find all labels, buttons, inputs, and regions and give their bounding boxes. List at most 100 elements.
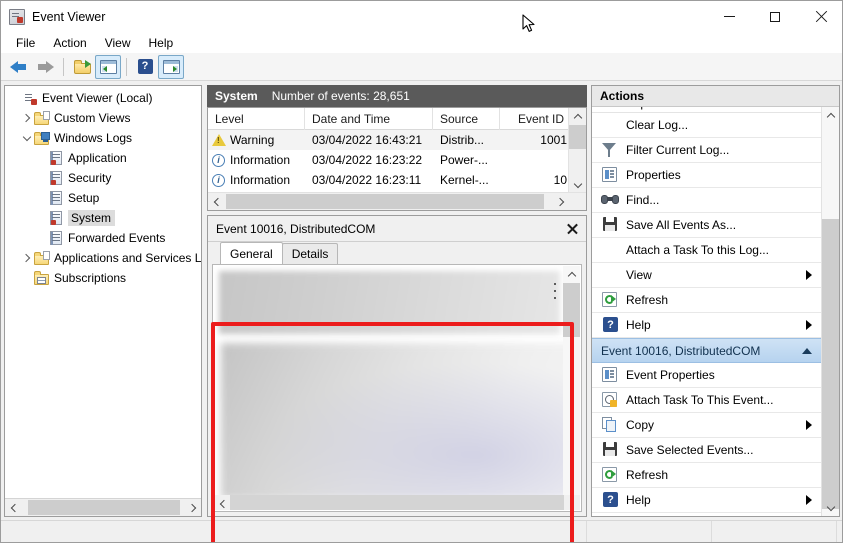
close-button[interactable] xyxy=(798,1,842,32)
table-row[interactable]: Warning 03/04/2022 16:43:21 Distrib... 1… xyxy=(208,130,586,150)
tree-item-application[interactable]: Application xyxy=(5,148,201,168)
tree-item-security[interactable]: Security xyxy=(5,168,201,188)
action-item-attach-a-task-to-this-log[interactable]: Attach a Task To this Log... xyxy=(592,238,822,263)
action-item-event-properties[interactable]: Event Properties xyxy=(592,363,822,388)
tree-item-label: Event Viewer (Local) xyxy=(42,91,153,105)
scroll-right-button[interactable] xyxy=(552,193,569,210)
scroll-up-button[interactable] xyxy=(563,266,580,283)
scroll-left-button[interactable] xyxy=(214,495,231,511)
submenu-arrow-icon xyxy=(806,320,812,330)
event-detail-vertical-scrollbar[interactable] xyxy=(563,266,580,510)
menu-file[interactable]: File xyxy=(7,34,44,52)
tab-general[interactable]: General xyxy=(220,242,283,264)
tree-item-subscriptions[interactable]: Subscriptions xyxy=(5,268,201,288)
action-item-view[interactable]: View xyxy=(592,263,822,288)
scroll-thumb[interactable] xyxy=(569,125,586,149)
action-item-find[interactable]: Find... xyxy=(592,188,822,213)
action-item-attach-task-to-this-event[interactable]: Attach Task To This Event... xyxy=(592,388,822,413)
scroll-down-button[interactable] xyxy=(569,176,586,193)
column-header-source[interactable]: Source xyxy=(433,108,500,130)
tree-item-event-viewer-local[interactable]: Event Viewer (Local) xyxy=(5,88,201,108)
tree-item-label: Windows Logs xyxy=(54,131,133,145)
status-cell-2 xyxy=(587,521,712,542)
cell-level: i Information xyxy=(208,170,305,190)
show-hide-action-pane-button[interactable] xyxy=(158,54,184,79)
tree-item-custom-views[interactable]: Custom Views xyxy=(5,108,201,128)
tree-item-windows-logs[interactable]: Windows Logs xyxy=(5,128,201,148)
tree-item-applications-and-services-logs[interactable]: Applications and Services Lo xyxy=(5,248,201,268)
action-item-copy[interactable]: Copy xyxy=(592,413,822,438)
scroll-thumb[interactable] xyxy=(226,194,544,209)
tree-item-label: System xyxy=(68,210,116,226)
chevron-right-icon[interactable] xyxy=(19,253,34,263)
action-item-help[interactable]: ? Help xyxy=(592,313,822,338)
events-list-header: System Number of events: 28,651 xyxy=(207,85,587,107)
table-row[interactable]: i Information 03/04/2022 16:23:11 Kernel… xyxy=(208,170,586,190)
action-item-save-selected-events[interactable]: Save Selected Events... xyxy=(592,438,822,463)
maximize-button[interactable] xyxy=(752,1,798,32)
tree-panel-icon xyxy=(99,59,117,74)
chevron-down-icon[interactable] xyxy=(19,132,34,143)
action-item-properties[interactable]: Properties xyxy=(592,163,822,188)
action-item-label: Help xyxy=(626,493,651,507)
scroll-thumb[interactable] xyxy=(230,495,564,510)
scroll-left-button[interactable] xyxy=(208,193,225,210)
scroll-thumb[interactable] xyxy=(28,500,180,515)
table-row[interactable]: i Information 03/04/2022 16:23:22 Power-… xyxy=(208,150,586,170)
content-area: Event Viewer (Local) Custom Views Window… xyxy=(1,81,842,542)
action-item-refresh-event[interactable]: Refresh xyxy=(592,463,822,488)
console-tree: Event Viewer (Local) Custom Views Window… xyxy=(5,88,201,496)
minimize-button[interactable] xyxy=(706,1,752,32)
event-properties-icon xyxy=(600,366,620,384)
tree-item-forwarded-events[interactable]: Forwarded Events xyxy=(5,228,201,248)
forward-arrow-icon xyxy=(36,60,54,74)
actions-group-event[interactable]: Event 10016, DistributedCOM xyxy=(592,338,822,363)
action-item-filter-current-log[interactable]: Filter Current Log... xyxy=(592,138,822,163)
close-icon xyxy=(567,223,578,234)
scroll-track[interactable] xyxy=(22,499,184,516)
column-header-date-and-time[interactable]: Date and Time xyxy=(305,108,433,130)
scroll-thumb[interactable] xyxy=(822,219,839,509)
action-item-clear-log[interactable]: Clear Log... xyxy=(592,113,822,138)
scroll-right-button[interactable] xyxy=(184,499,201,516)
events-list-vertical-scrollbar[interactable] xyxy=(568,108,586,193)
scroll-up-button[interactable] xyxy=(569,108,586,125)
action-item-save-all-events-as[interactable]: Save All Events As... xyxy=(592,213,822,238)
event-viewer-icon xyxy=(9,8,25,25)
open-saved-log-button[interactable] xyxy=(69,55,95,79)
column-header-level[interactable]: Level xyxy=(208,108,305,130)
back-button[interactable] xyxy=(6,55,32,79)
scroll-down-button[interactable] xyxy=(822,499,839,516)
menu-action[interactable]: Action xyxy=(44,34,95,52)
show-hide-tree-button[interactable] xyxy=(95,54,121,79)
help-button[interactable]: ? xyxy=(132,55,158,79)
filter-icon xyxy=(600,141,620,159)
tree-item-system[interactable]: System xyxy=(5,208,201,228)
tree-horizontal-scrollbar[interactable] xyxy=(5,498,201,516)
menu-help[interactable]: Help xyxy=(140,34,183,52)
scroll-up-button[interactable] xyxy=(822,107,839,124)
window-title: Event Viewer xyxy=(32,9,106,24)
cell-level-text: Information xyxy=(230,153,291,167)
action-item-refresh[interactable]: Refresh xyxy=(592,288,822,313)
tree-item-setup[interactable]: Setup xyxy=(5,188,201,208)
action-item-help-event[interactable]: ? Help xyxy=(592,488,822,513)
tab-details[interactable]: Details xyxy=(281,243,339,264)
actions-vertical-scrollbar[interactable] xyxy=(821,107,839,516)
menu-view[interactable]: View xyxy=(96,34,140,52)
resize-grip-icon xyxy=(554,283,557,305)
copy-icon xyxy=(600,416,620,434)
close-detail-button[interactable] xyxy=(562,219,582,239)
status-bar xyxy=(1,520,842,542)
blank-icon xyxy=(600,266,620,284)
actions-header: Actions xyxy=(592,86,839,107)
scroll-thumb[interactable] xyxy=(563,283,580,337)
events-list-horizontal-scrollbar[interactable] xyxy=(208,192,586,210)
chevron-right-icon[interactable] xyxy=(19,113,34,123)
menu-bar: File Action View Help xyxy=(1,32,842,53)
forward-button[interactable] xyxy=(32,55,58,79)
tree-item-label: Applications and Services Lo xyxy=(54,251,201,265)
event-detail-horizontal-scrollbar[interactable] xyxy=(214,495,580,510)
column-header-event-id[interactable]: Event ID xyxy=(500,108,569,130)
scroll-left-button[interactable] xyxy=(5,499,22,516)
